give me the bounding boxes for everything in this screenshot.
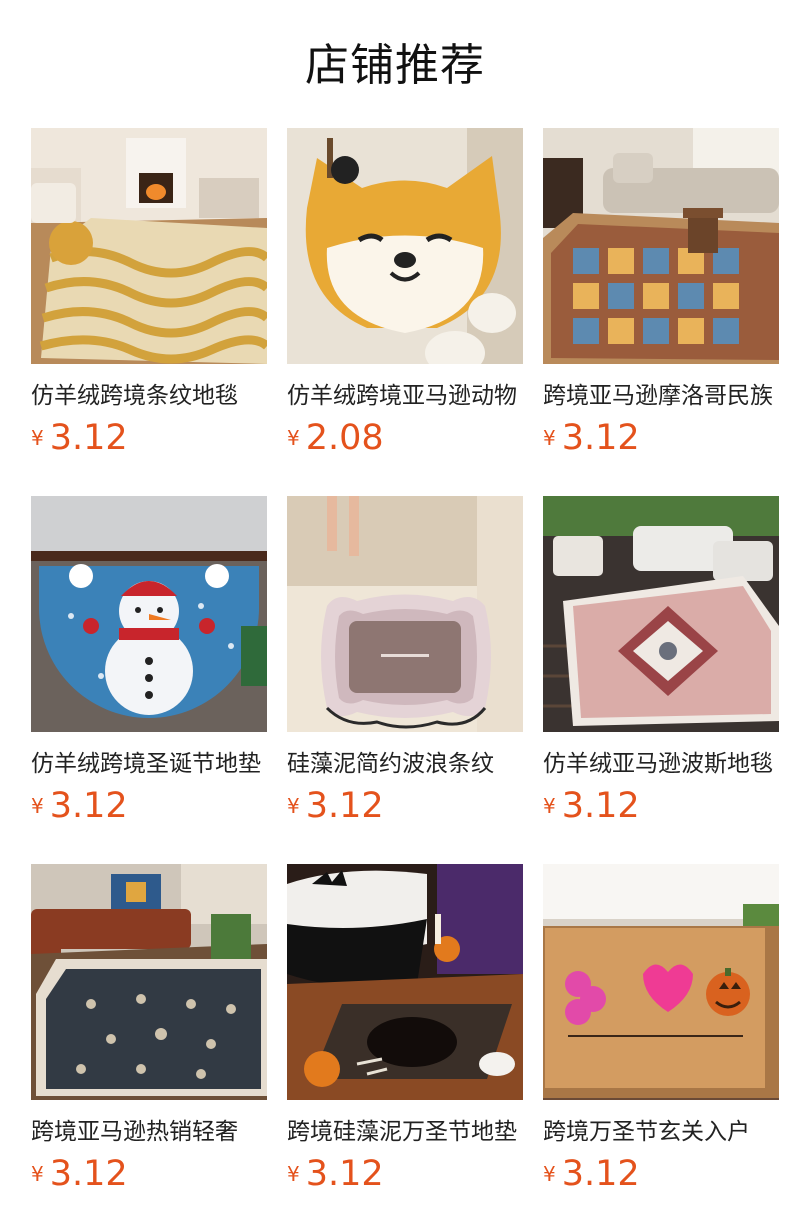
product-card[interactable]: 仿羊绒跨境圣诞节地垫 ¥3.12	[31, 496, 267, 836]
product-card[interactable]: 仿羊绒跨境亚马逊动物 ¥2.08	[287, 128, 523, 468]
product-name[interactable]: 跨境亚马逊摩洛哥民族	[543, 376, 779, 416]
product-price: ¥3.12	[287, 1152, 384, 1196]
product-image[interactable]	[287, 496, 523, 732]
gold-wave-rug-image	[31, 128, 267, 364]
product-card[interactable]: 仿羊绒跨境条纹地毯 ¥3.12	[31, 128, 267, 468]
currency-symbol: ¥	[543, 794, 556, 818]
dark-floral-rug-image	[31, 864, 267, 1100]
currency-symbol: ¥	[287, 426, 300, 450]
product-name[interactable]: 硅藻泥简约波浪条纹	[287, 744, 523, 784]
product-card[interactable]: 仿羊绒亚马逊波斯地毯 ¥3.12	[543, 496, 779, 836]
persian-rug-image	[543, 496, 779, 732]
product-image[interactable]	[543, 496, 779, 732]
currency-symbol: ¥	[543, 1162, 556, 1186]
price-value: 3.12	[561, 786, 640, 826]
price-value: 3.12	[49, 1154, 128, 1194]
price-value: 3.12	[561, 418, 640, 458]
product-price: ¥3.12	[31, 1152, 128, 1196]
halloween-bath-mat-image	[287, 864, 523, 1100]
product-name[interactable]: 跨境亚马逊热销轻奢	[31, 1112, 267, 1152]
product-name[interactable]: 仿羊绒跨境亚马逊动物	[287, 376, 523, 416]
product-name[interactable]: 跨境硅藻泥万圣节地垫	[287, 1112, 523, 1152]
price-value: 3.12	[305, 1154, 384, 1194]
product-card[interactable]: 跨境亚马逊热销轻奢 ¥3.12	[31, 864, 267, 1204]
page-title: 店铺推荐	[305, 40, 485, 91]
product-price: ¥2.08	[287, 416, 384, 460]
currency-symbol: ¥	[287, 794, 300, 818]
product-card[interactable]: 跨境万圣节玄关入户 ¥3.12	[543, 864, 779, 1204]
product-card[interactable]: 硅藻泥简约波浪条纹 ¥3.12	[287, 496, 523, 836]
product-name[interactable]: 跨境万圣节玄关入户	[543, 1112, 779, 1152]
product-price: ¥3.12	[287, 784, 384, 828]
price-value: 3.12	[305, 786, 384, 826]
price-value: 2.08	[305, 418, 384, 458]
product-image[interactable]	[287, 864, 523, 1100]
product-price: ¥3.12	[543, 784, 640, 828]
product-image[interactable]	[31, 128, 267, 364]
price-value: 3.12	[561, 1154, 640, 1194]
product-name[interactable]: 仿羊绒跨境条纹地毯	[31, 376, 267, 416]
halloween-doormat-image	[543, 864, 779, 1100]
currency-symbol: ¥	[31, 426, 44, 450]
product-image[interactable]	[31, 864, 267, 1100]
product-card[interactable]: 跨境亚马逊摩洛哥民族 ¥3.12	[543, 128, 779, 468]
product-image[interactable]	[31, 496, 267, 732]
product-name[interactable]: 仿羊绒亚马逊波斯地毯	[543, 744, 779, 784]
currency-symbol: ¥	[31, 794, 44, 818]
product-price: ¥3.12	[31, 784, 128, 828]
product-image[interactable]	[543, 864, 779, 1100]
currency-symbol: ¥	[31, 1162, 44, 1186]
price-value: 3.12	[49, 418, 128, 458]
product-price: ¥3.12	[543, 1152, 640, 1196]
product-price: ¥3.12	[543, 416, 640, 460]
product-image[interactable]	[543, 128, 779, 364]
price-value: 3.12	[49, 786, 128, 826]
currency-symbol: ¥	[287, 1162, 300, 1186]
moroccan-rug-image	[543, 128, 779, 364]
wavy-mat-image	[287, 496, 523, 732]
currency-symbol: ¥	[543, 426, 556, 450]
product-price: ¥3.12	[31, 416, 128, 460]
snowman-mat-image	[31, 496, 267, 732]
shiba-mat-image	[287, 128, 523, 364]
product-image[interactable]	[287, 128, 523, 364]
product-card[interactable]: 跨境硅藻泥万圣节地垫 ¥3.12	[287, 864, 523, 1204]
product-name[interactable]: 仿羊绒跨境圣诞节地垫	[31, 744, 267, 784]
